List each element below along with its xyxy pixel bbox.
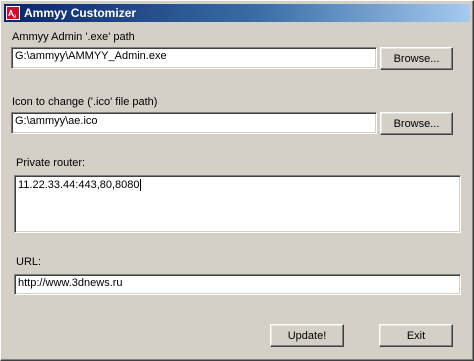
update-button[interactable]: Update!	[270, 324, 344, 347]
ammyy-app-icon: A e	[6, 6, 20, 20]
exit-button[interactable]: Exit	[379, 324, 453, 347]
icon-path-label: Icon to change ('.ico' file path)	[12, 96, 158, 108]
icon-path-input[interactable]: G:\ammyy\ae.ico	[11, 112, 377, 134]
title-bar[interactable]: A e Ammyy Customizer	[4, 4, 470, 22]
svg-text:e: e	[13, 14, 17, 18]
text-caret	[139, 179, 141, 192]
url-label: URL:	[16, 256, 42, 268]
private-router-input[interactable]: 11.22.33.44:443,80,8080	[14, 175, 461, 233]
private-router-value: 11.22.33.44:443,80,8080	[18, 179, 140, 191]
browse-icon-button[interactable]: Browse...	[380, 112, 453, 135]
exe-path-input[interactable]: G:\ammyy\AMMYY_Admin.exe	[11, 47, 377, 69]
exe-path-label: Ammyy Admin '.exe' path	[12, 31, 135, 43]
ammyy-customizer-window: A e Ammyy Customizer Ammyy Admin '.exe' …	[0, 0, 474, 361]
url-input[interactable]: http://www.3dnews.ru	[14, 274, 461, 295]
browse-exe-button[interactable]: Browse...	[380, 47, 453, 70]
window-title: Ammyy Customizer	[24, 6, 137, 20]
private-router-label: Private router:	[16, 157, 86, 169]
